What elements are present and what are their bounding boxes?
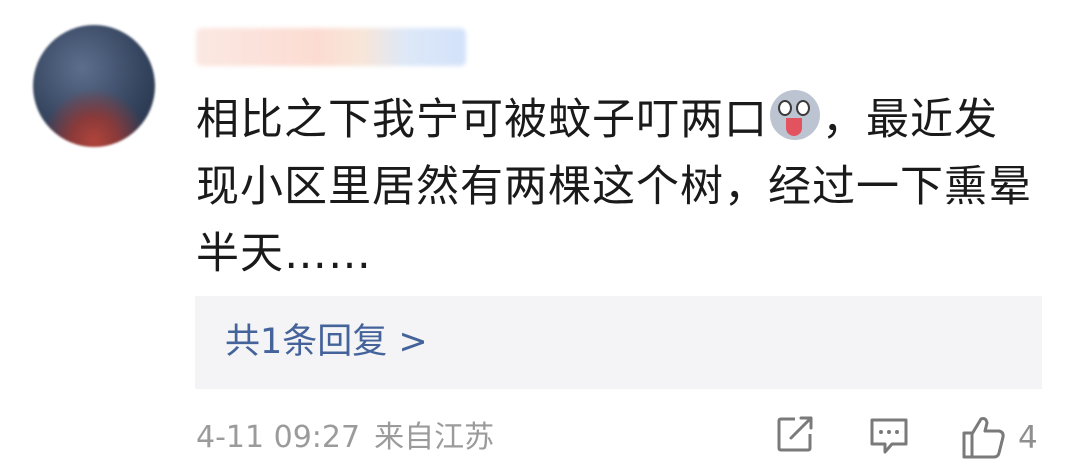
drooling-face-icon xyxy=(770,90,820,140)
comment-icon xyxy=(870,418,908,454)
comment-date: 4-11 09:27 xyxy=(196,420,361,455)
replies-panel[interactable]: 共1条回复 > xyxy=(195,296,1042,389)
comment-meta: 4-11 09:27 来自江苏 xyxy=(196,412,494,464)
reply-button[interactable] xyxy=(868,414,910,460)
avatar[interactable] xyxy=(33,25,155,147)
comment-location: 来自江苏 xyxy=(374,420,495,455)
view-replies-link[interactable]: 共1条回复 > xyxy=(225,296,428,389)
thumbs-up-icon xyxy=(962,417,1005,459)
like-button[interactable] xyxy=(961,414,1007,460)
username-blurred[interactable] xyxy=(196,28,466,66)
share-icon xyxy=(777,416,813,452)
comment-text-part1: 相比之下我宁可被蚊子叮两口 xyxy=(196,95,768,145)
share-button[interactable] xyxy=(775,414,815,460)
comment-text: 相比之下我宁可被蚊子叮两口 ，最近发现小区里居然有两棵这个树，经过一下熏晕半天…… xyxy=(196,87,1036,288)
like-count: 4 xyxy=(1018,420,1038,456)
